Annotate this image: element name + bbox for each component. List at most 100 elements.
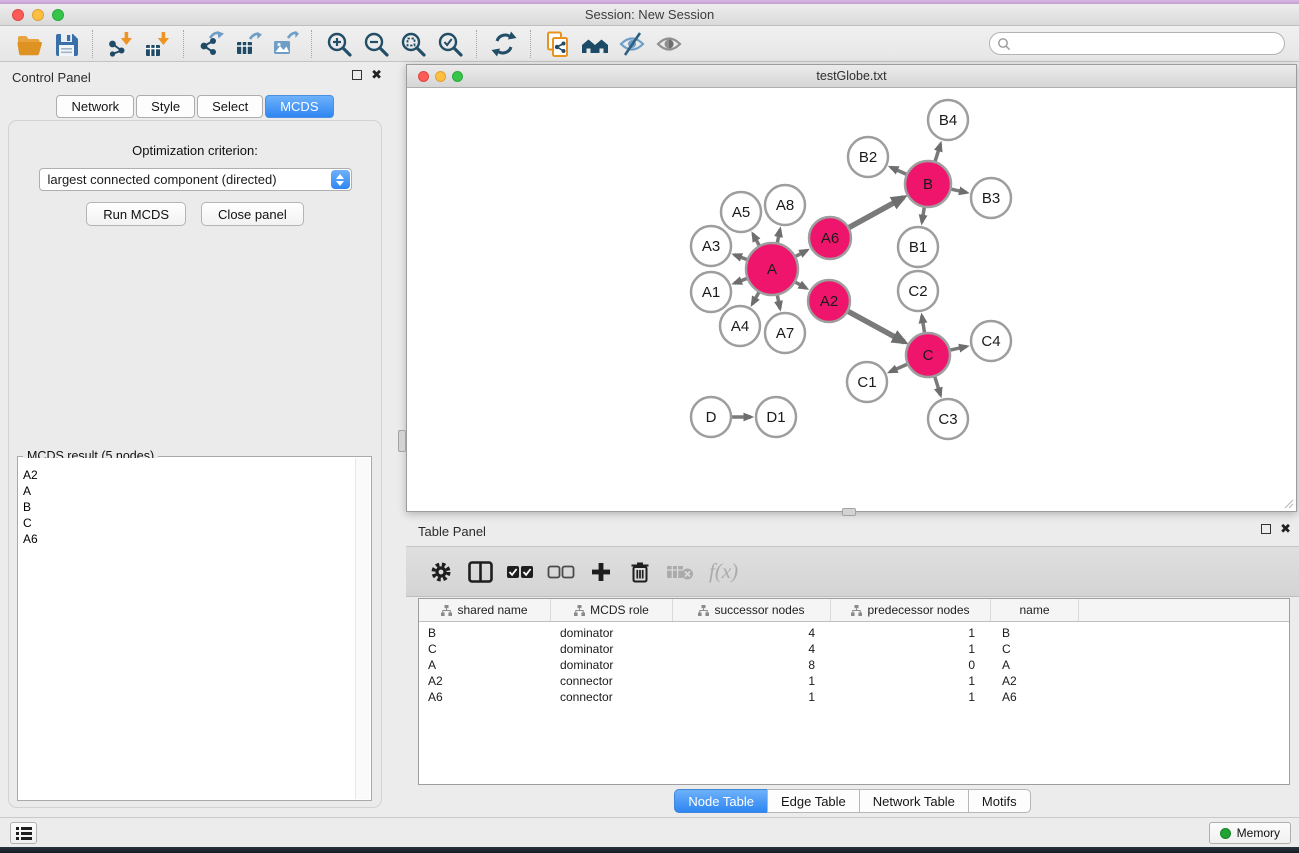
column-visibility-icon[interactable] — [467, 558, 493, 586]
export-network-icon[interactable] — [194, 29, 227, 59]
deselect-all-icon[interactable] — [547, 558, 575, 586]
float-panel-icon[interactable] — [352, 70, 362, 80]
column-header[interactable]: successor nodes — [673, 599, 831, 621]
delete-row-icon[interactable] — [627, 558, 653, 586]
table-cell[interactable]: dominator — [551, 642, 673, 656]
close-panel-icon[interactable]: ✖ — [371, 70, 382, 80]
table-toolbar: f(x) — [406, 546, 1299, 597]
table-cell[interactable]: A2 — [419, 674, 551, 688]
search-input[interactable] — [1016, 36, 1277, 52]
mcds-result-list[interactable]: A2ABCA6 — [19, 458, 355, 799]
graph-edge[interactable] — [846, 310, 905, 342]
table-cell[interactable]: 1 — [673, 690, 831, 704]
memory-button[interactable]: Memory — [1209, 822, 1291, 844]
table-row[interactable]: A2connector11A2 — [419, 673, 1289, 689]
zoom-in-icon[interactable] — [322, 29, 355, 59]
table-cell[interactable]: 1 — [831, 690, 991, 704]
import-table-icon[interactable] — [140, 29, 173, 59]
graph-node-label: A8 — [776, 197, 794, 214]
network-view-window: testGlobe.txt AA1A2A3A4A5A6A7A8BB1B2B3B4… — [406, 64, 1297, 512]
table-cell[interactable]: B — [991, 626, 1079, 640]
mcds-result-item[interactable]: C — [19, 515, 355, 531]
hide-selected-icon[interactable] — [615, 29, 648, 59]
table-cell[interactable]: A — [991, 658, 1079, 672]
float-table-panel-icon[interactable] — [1261, 524, 1271, 534]
table-cell[interactable]: C — [991, 642, 1079, 656]
table-cell[interactable]: connector — [551, 674, 673, 688]
task-history-button[interactable] — [10, 822, 37, 844]
table-row[interactable]: Bdominator41B — [419, 625, 1289, 641]
close-table-panel-icon[interactable]: ✖ — [1280, 524, 1291, 534]
table-cell[interactable]: A — [419, 658, 551, 672]
table-cell[interactable]: C — [419, 642, 551, 656]
export-table-icon[interactable] — [231, 29, 264, 59]
refresh-icon[interactable] — [487, 29, 520, 59]
table-cell[interactable]: connector — [551, 690, 673, 704]
table-row[interactable]: Adominator80A — [419, 657, 1289, 673]
table-row[interactable]: Cdominator41C — [419, 641, 1289, 657]
mcds-result-item[interactable]: B — [19, 499, 355, 515]
graph-edge[interactable] — [847, 198, 904, 229]
table-cell[interactable]: 1 — [673, 674, 831, 688]
table-cell[interactable]: 1 — [831, 674, 991, 688]
table-cell[interactable]: 1 — [831, 642, 991, 656]
column-header[interactable]: predecessor nodes — [831, 599, 991, 621]
tab-mcds[interactable]: MCDS — [265, 95, 333, 118]
table-cell[interactable]: dominator — [551, 658, 673, 672]
run-mcds-button[interactable]: Run MCDS — [86, 202, 186, 226]
tab-network-table[interactable]: Network Table — [859, 789, 969, 813]
graph-edge[interactable] — [934, 374, 941, 395]
table-cell[interactable]: 0 — [831, 658, 991, 672]
table-cell[interactable]: A2 — [991, 674, 1079, 688]
table-cell[interactable]: dominator — [551, 626, 673, 640]
table-cell[interactable]: 1 — [831, 626, 991, 640]
select-all-icon[interactable] — [506, 558, 534, 586]
splitter-handle-vertical[interactable] — [398, 430, 406, 452]
column-header[interactable]: shared name — [419, 599, 551, 621]
criterion-dropdown[interactable]: largest connected component (directed) — [39, 168, 352, 191]
graph-edge[interactable] — [890, 363, 910, 372]
duplicate-network-icon[interactable] — [541, 29, 574, 59]
export-image-icon[interactable] — [268, 29, 301, 59]
table-cell[interactable]: 4 — [673, 642, 831, 656]
table-cell[interactable]: A6 — [991, 690, 1079, 704]
tab-node-table[interactable]: Node Table — [674, 789, 768, 813]
add-row-icon[interactable] — [588, 558, 614, 586]
zoom-out-icon[interactable] — [359, 29, 392, 59]
resize-grip-icon[interactable] — [1283, 498, 1294, 509]
column-header[interactable]: name — [991, 599, 1079, 621]
zoom-fit-icon[interactable] — [396, 29, 429, 59]
toolbar-separator — [311, 30, 312, 58]
search-box[interactable] — [989, 32, 1285, 55]
graph-node-label: C — [923, 347, 934, 364]
first-neighbors-icon[interactable] — [578, 29, 611, 59]
mcds-result-item[interactable]: A2 — [19, 467, 355, 483]
tab-network[interactable]: Network — [56, 95, 134, 118]
table-cell[interactable]: B — [419, 626, 551, 640]
tab-edge-table[interactable]: Edge Table — [767, 789, 860, 813]
table-cell[interactable]: 8 — [673, 658, 831, 672]
tab-style[interactable]: Style — [136, 95, 195, 118]
mcds-result-item[interactable]: A — [19, 483, 355, 499]
column-header[interactable]: MCDS role — [551, 599, 673, 621]
table-cell[interactable]: A6 — [419, 690, 551, 704]
table-settings-icon[interactable] — [428, 558, 454, 586]
tab-select[interactable]: Select — [197, 95, 263, 118]
tab-motifs[interactable]: Motifs — [968, 789, 1031, 813]
network-canvas[interactable]: AA1A2A3A4A5A6A7A8BB1B2B3B4CC1C2C3C4DD1 — [407, 88, 1296, 511]
mcds-list-scrollbar[interactable] — [355, 458, 370, 799]
splitter-handle-horizontal[interactable] — [842, 508, 856, 516]
function-builder-icon[interactable]: f(x) — [709, 558, 738, 586]
close-panel-button[interactable]: Close panel — [201, 202, 304, 226]
table-cell[interactable]: 4 — [673, 626, 831, 640]
mcds-result-item[interactable]: A6 — [19, 531, 355, 547]
delete-table-icon[interactable] — [666, 558, 694, 586]
open-session-icon[interactable] — [12, 29, 45, 59]
show-all-icon[interactable] — [652, 29, 685, 59]
network-graph[interactable]: AA1A2A3A4A5A6A7A8BB1B2B3B4CC1C2C3C4DD1 — [407, 88, 1296, 511]
import-network-icon[interactable] — [103, 29, 136, 59]
table-row[interactable]: A6connector11A6 — [419, 689, 1289, 705]
search-icon — [997, 37, 1011, 51]
save-session-icon[interactable] — [49, 29, 82, 59]
zoom-selected-icon[interactable] — [433, 29, 466, 59]
